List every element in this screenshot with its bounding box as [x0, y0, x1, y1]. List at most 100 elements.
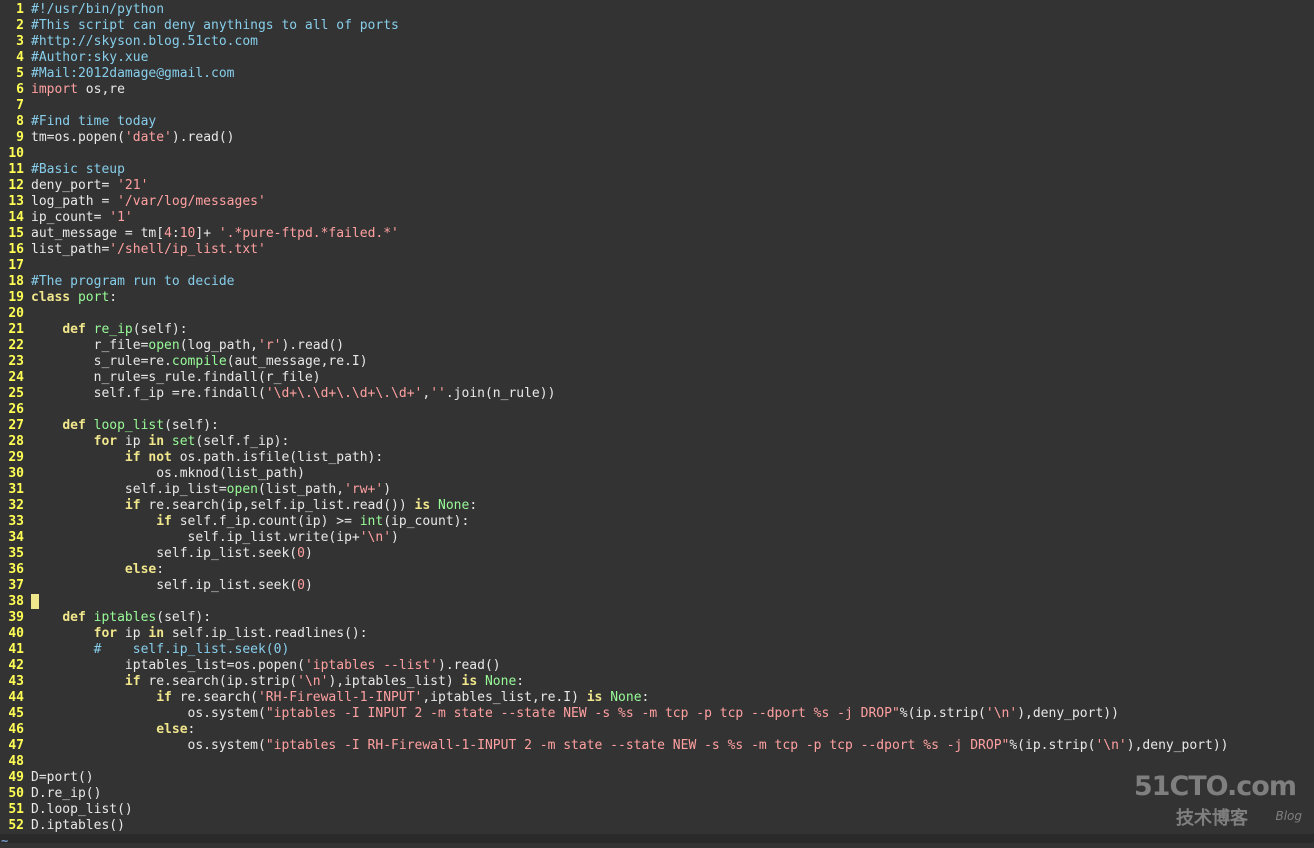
code-token: self.ip_list.seek( — [31, 546, 298, 561]
code-token: set — [171, 434, 196, 449]
code-line[interactable]: 23 s_rule=re.compile(aut_message,re.I) — [0, 354, 1314, 370]
code-token: self.f_ip =re.findall( — [31, 386, 266, 401]
code-line[interactable]: 32 if re.search(ip,self.ip_list.read()) … — [0, 498, 1314, 514]
code-line[interactable]: 11 #Basic steup — [0, 162, 1314, 178]
code-line[interactable]: 49 D=port() — [0, 770, 1314, 786]
code-line[interactable]: 34 self.ip_list.write(ip+'\n') — [0, 530, 1314, 546]
line-number: 36 — [8, 562, 24, 577]
code-line[interactable]: 30 os.mknod(list_path) — [0, 466, 1314, 482]
code-line[interactable]: 22 r_file=open(log_path,'r').read() — [0, 338, 1314, 354]
code-token: in — [148, 626, 165, 641]
code-line[interactable]: 4 #Author:sky.xue — [0, 50, 1314, 66]
code-token: compile — [171, 354, 227, 369]
code-line[interactable]: 40 for ip in self.ip_list.readlines(): — [0, 626, 1314, 642]
line-number: 39 — [8, 610, 24, 625]
code-line[interactable]: 36 else: — [0, 562, 1314, 578]
code-line[interactable]: 28 for ip in set(self.f_ip): — [0, 434, 1314, 450]
code-line[interactable]: 18 #The program run to decide — [0, 274, 1314, 290]
code-token: for — [93, 434, 118, 449]
code-line[interactable]: 19 class port: — [0, 290, 1314, 306]
code-line[interactable]: 52 D.iptables() — [0, 818, 1314, 834]
text-cursor — [31, 594, 39, 609]
line-number: 4 — [16, 50, 24, 65]
code-token: '21' — [117, 178, 149, 193]
code-token: def — [62, 322, 86, 337]
code-token: "iptables -I RH-Firewall-1-INPUT 2 -m st… — [265, 738, 1010, 753]
code-token: 'RH-Firewall-1-INPUT' — [257, 690, 423, 705]
code-line[interactable]: 13 log_path = '/var/log/messages' — [0, 194, 1314, 210]
line-number: 44 — [8, 690, 24, 705]
code-line[interactable]: 24 n_rule=s_rule.findall(r_file) — [0, 370, 1314, 386]
code-token: is — [414, 498, 431, 513]
code-line[interactable]: 15 aut_message = tm[4:10]+ '.*pure-ftpd.*… — [0, 226, 1314, 242]
line-number: 28 — [8, 434, 24, 449]
code-line[interactable]: 25 self.f_ip =re.findall('\d+\.\d+\.\d+\… — [0, 386, 1314, 402]
line-number: 52 — [8, 818, 24, 833]
code-line[interactable]: 7 — [0, 98, 1314, 114]
code-token: else — [124, 562, 157, 577]
code-line[interactable]: 35 self.ip_list.seek(0) — [0, 546, 1314, 562]
code-line[interactable]: 1 #!/usr/bin/python — [0, 2, 1314, 18]
code-token: '/shell/ip_list.txt' — [109, 242, 266, 257]
code-line[interactable]: 39 def iptables(self): — [0, 610, 1314, 626]
code-line[interactable]: 21 def re_ip(self): — [0, 322, 1314, 338]
code-line[interactable]: 26 — [0, 402, 1314, 418]
code-line[interactable]: 46 else: — [0, 722, 1314, 738]
code-line[interactable]: 2 #This script can deny anythings to all … — [0, 18, 1314, 34]
code-line[interactable]: 42 iptables_list=os.popen('iptables --li… — [0, 658, 1314, 674]
line-number: 23 — [8, 354, 24, 369]
code-line[interactable]: 9 tm=os.popen('date').read() — [0, 130, 1314, 146]
code-line[interactable]: 20 — [0, 306, 1314, 322]
line-number: 32 — [8, 498, 24, 513]
code-line[interactable]: 45 os.system("iptables -I INPUT 2 -m sta… — [0, 706, 1314, 722]
code-token: log_path = — [31, 194, 118, 209]
code-line[interactable]: 48 — [0, 754, 1314, 770]
code-line[interactable]: 44 if re.search('RH-Firewall-1-INPUT',ip… — [0, 690, 1314, 706]
code-line[interactable]: 16 list_path='/shell/ip_list.txt' — [0, 242, 1314, 258]
line-number: 14 — [8, 210, 24, 225]
code-line[interactable]: 43 if re.search(ip.strip('\n'),iptables_… — [0, 674, 1314, 690]
code-token: (self): — [156, 610, 212, 625]
code-line[interactable]: 47 os.system("iptables -I RH-Firewall-1-… — [0, 738, 1314, 754]
code-line[interactable]: 14 ip_count= '1' — [0, 210, 1314, 226]
code-token: ).read() — [281, 338, 345, 353]
code-line[interactable]: 17 — [0, 258, 1314, 274]
code-line[interactable]: 51 D.loop_list() — [0, 802, 1314, 818]
code-line[interactable]: 33 if self.f_ip.count(ip) >= int(ip_coun… — [0, 514, 1314, 530]
code-line[interactable]: 8 #Find time today — [0, 114, 1314, 130]
code-line[interactable]: 6 import os,re — [0, 82, 1314, 98]
code-line[interactable]: 10 — [0, 146, 1314, 162]
code-token: loop_list — [93, 418, 165, 433]
code-line[interactable]: 37 self.ip_list.seek(0) — [0, 578, 1314, 594]
code-line[interactable]: 27 def loop_list(self): — [0, 418, 1314, 434]
code-token: '/var/log/messages' — [117, 194, 266, 209]
line-number: 12 — [8, 178, 24, 193]
code-token: open — [226, 482, 258, 497]
code-token: # self.ip_list.seek(0) — [93, 642, 290, 657]
code-line[interactable]: 31 self.ip_list=open(list_path,'rw+') — [0, 482, 1314, 498]
code-token: re.search(ip.strip( — [140, 674, 298, 689]
code-token: iptables_list=os.popen( — [31, 658, 305, 673]
code-token: '' — [430, 386, 446, 401]
code-line[interactable]: 41 # self.ip_list.seek(0) — [0, 642, 1314, 658]
code-token: n_rule=s_rule.findall(r_file) — [31, 370, 321, 385]
code-token: , — [422, 386, 431, 401]
code-token: '1' — [109, 210, 133, 225]
code-line[interactable]: 50 D.re_ip() — [0, 786, 1314, 802]
code-line[interactable]: 5 #Mail:2012damage@gmail.com — [0, 66, 1314, 82]
line-number: 27 — [8, 418, 24, 433]
code-line[interactable]: 12 deny_port= '21' — [0, 178, 1314, 194]
code-token: %(ip.strip( — [1009, 738, 1096, 753]
code-line[interactable]: 3 #http://skyson.blog.51cto.com — [0, 34, 1314, 50]
line-number: 22 — [8, 338, 24, 353]
code-editor[interactable]: 1 #!/usr/bin/python 2 #This script can deny… — [0, 2, 1314, 834]
code-line[interactable]: 29 if not os.path.isfile(list_path): — [0, 450, 1314, 466]
code-line[interactable]: 38 — [0, 594, 1314, 610]
code-token: "iptables -I INPUT 2 -m state --state NE… — [265, 706, 900, 721]
